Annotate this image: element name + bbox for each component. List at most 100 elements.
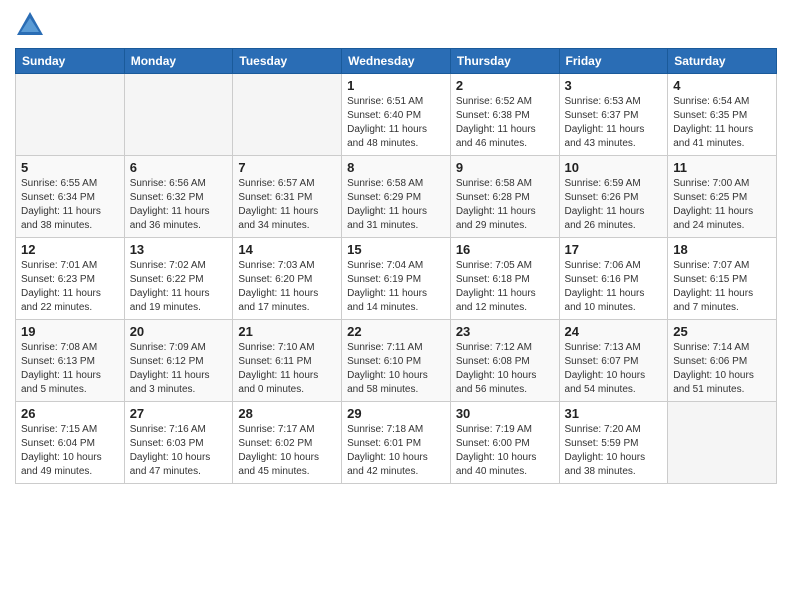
weekday-header: Friday [559, 49, 668, 74]
calendar-cell: 3 Sunrise: 6:53 AM Sunset: 6:37 PM Daylig… [559, 74, 668, 156]
day-info: Sunrise: 7:10 AM Sunset: 6:11 PM Dayligh… [238, 341, 336, 397]
day-info: Sunrise: 7:07 AM Sunset: 6:15 PM Dayligh… [673, 259, 771, 315]
day-number: 14 [238, 242, 336, 257]
day-number: 15 [347, 242, 445, 257]
day-info: Sunrise: 6:53 AM Sunset: 6:37 PM Dayligh… [565, 95, 663, 151]
day-info: Sunrise: 7:12 AM Sunset: 6:08 PM Dayligh… [456, 341, 554, 397]
day-number: 10 [565, 160, 663, 175]
day-info: Sunrise: 7:11 AM Sunset: 6:10 PM Dayligh… [347, 341, 445, 397]
day-info: Sunrise: 7:13 AM Sunset: 6:07 PM Dayligh… [565, 341, 663, 397]
day-number: 8 [347, 160, 445, 175]
logo-icon [15, 10, 45, 40]
calendar-cell: 16Sunrise: 7:05 AM Sunset: 6:18 PM Dayli… [450, 238, 559, 320]
calendar-header-row: SundayMondayTuesdayWednesdayThursdayFrid… [16, 49, 777, 74]
calendar-cell: 14 Sunrise: 7:03 AM Sunset: 6:20 PM Dayli… [233, 238, 342, 320]
calendar-cell: 10 Sunrise: 6:59 AM Sunset: 6:26 PM Dayli… [559, 156, 668, 238]
calendar-cell: 22Sunrise: 7:11 AM Sunset: 6:10 PM Dayli… [342, 320, 451, 402]
day-info: Sunrise: 7:05 AM Sunset: 6:18 PM Dayligh… [456, 259, 554, 315]
day-info: Sunrise: 6:58 AM Sunset: 6:28 PM Dayligh… [456, 177, 554, 233]
calendar-cell: 30 Sunrise: 7:19 AM Sunset: 6:00 PM Dayli… [450, 402, 559, 484]
calendar-cell: 27 Sunrise: 7:16 AM Sunset: 6:03 PM Dayli… [124, 402, 233, 484]
calendar-cell: 6 Sunrise: 6:56 AM Sunset: 6:32 PM Daylig… [124, 156, 233, 238]
day-number: 11 [673, 160, 771, 175]
page: SundayMondayTuesdayWednesdayThursdayFrid… [0, 0, 792, 612]
calendar-cell: 5Sunrise: 6:55 AM Sunset: 6:34 PM Daylig… [16, 156, 125, 238]
day-info: Sunrise: 7:01 AM Sunset: 6:23 PM Dayligh… [21, 259, 119, 315]
day-number: 9 [456, 160, 554, 175]
calendar-cell: 24 Sunrise: 7:13 AM Sunset: 6:07 PM Dayli… [559, 320, 668, 402]
calendar-cell: 4Sunrise: 6:54 AM Sunset: 6:35 PM Daylig… [668, 74, 777, 156]
day-number: 25 [673, 324, 771, 339]
calendar-cell: 28Sunrise: 7:17 AM Sunset: 6:02 PM Dayli… [233, 402, 342, 484]
calendar-cell: 26 Sunrise: 7:15 AM Sunset: 6:04 PM Dayli… [16, 402, 125, 484]
day-number: 28 [238, 406, 336, 421]
day-info: Sunrise: 7:15 AM Sunset: 6:04 PM Dayligh… [21, 423, 119, 479]
calendar-cell [124, 74, 233, 156]
day-info: Sunrise: 7:03 AM Sunset: 6:20 PM Dayligh… [238, 259, 336, 315]
calendar-cell: 23Sunrise: 7:12 AM Sunset: 6:08 PM Dayli… [450, 320, 559, 402]
day-number: 29 [347, 406, 445, 421]
day-number: 1 [347, 78, 445, 93]
day-info: Sunrise: 7:06 AM Sunset: 6:16 PM Dayligh… [565, 259, 663, 315]
calendar-cell: 15Sunrise: 7:04 AM Sunset: 6:19 PM Dayli… [342, 238, 451, 320]
day-info: Sunrise: 7:20 AM Sunset: 5:59 PM Dayligh… [565, 423, 663, 479]
calendar-cell: 11 Sunrise: 7:00 AM Sunset: 6:25 PM Dayli… [668, 156, 777, 238]
day-number: 13 [130, 242, 228, 257]
calendar-cell: 21 Sunrise: 7:10 AM Sunset: 6:11 PM Dayli… [233, 320, 342, 402]
day-number: 24 [565, 324, 663, 339]
day-info: Sunrise: 6:52 AM Sunset: 6:38 PM Dayligh… [456, 95, 554, 151]
calendar-cell: 9 Sunrise: 6:58 AM Sunset: 6:28 PM Daylig… [450, 156, 559, 238]
weekday-header: Thursday [450, 49, 559, 74]
day-info: Sunrise: 7:08 AM Sunset: 6:13 PM Dayligh… [21, 341, 119, 397]
day-info: Sunrise: 7:09 AM Sunset: 6:12 PM Dayligh… [130, 341, 228, 397]
calendar: SundayMondayTuesdayWednesdayThursdayFrid… [15, 48, 777, 484]
day-number: 30 [456, 406, 554, 421]
day-number: 27 [130, 406, 228, 421]
weekday-header: Sunday [16, 49, 125, 74]
calendar-week-row: 5Sunrise: 6:55 AM Sunset: 6:34 PM Daylig… [16, 156, 777, 238]
calendar-cell: 17 Sunrise: 7:06 AM Sunset: 6:16 PM Dayli… [559, 238, 668, 320]
day-info: Sunrise: 6:56 AM Sunset: 6:32 PM Dayligh… [130, 177, 228, 233]
calendar-cell: 12 Sunrise: 7:01 AM Sunset: 6:23 PM Dayli… [16, 238, 125, 320]
day-info: Sunrise: 7:00 AM Sunset: 6:25 PM Dayligh… [673, 177, 771, 233]
day-number: 12 [21, 242, 119, 257]
day-info: Sunrise: 7:16 AM Sunset: 6:03 PM Dayligh… [130, 423, 228, 479]
calendar-cell: 1 Sunrise: 6:51 AM Sunset: 6:40 PM Daylig… [342, 74, 451, 156]
day-info: Sunrise: 6:59 AM Sunset: 6:26 PM Dayligh… [565, 177, 663, 233]
weekday-header: Saturday [668, 49, 777, 74]
day-info: Sunrise: 7:14 AM Sunset: 6:06 PM Dayligh… [673, 341, 771, 397]
day-number: 6 [130, 160, 228, 175]
day-info: Sunrise: 7:02 AM Sunset: 6:22 PM Dayligh… [130, 259, 228, 315]
calendar-cell: 2 Sunrise: 6:52 AM Sunset: 6:38 PM Daylig… [450, 74, 559, 156]
day-number: 3 [565, 78, 663, 93]
day-info: Sunrise: 6:55 AM Sunset: 6:34 PM Dayligh… [21, 177, 119, 233]
calendar-cell [668, 402, 777, 484]
weekday-header: Tuesday [233, 49, 342, 74]
day-number: 7 [238, 160, 336, 175]
day-info: Sunrise: 7:18 AM Sunset: 6:01 PM Dayligh… [347, 423, 445, 479]
day-info: Sunrise: 6:58 AM Sunset: 6:29 PM Dayligh… [347, 177, 445, 233]
day-number: 2 [456, 78, 554, 93]
day-number: 18 [673, 242, 771, 257]
calendar-cell: 8 Sunrise: 6:58 AM Sunset: 6:29 PM Daylig… [342, 156, 451, 238]
calendar-week-row: 26 Sunrise: 7:15 AM Sunset: 6:04 PM Dayli… [16, 402, 777, 484]
day-number: 26 [21, 406, 119, 421]
header [15, 10, 777, 40]
day-info: Sunrise: 7:19 AM Sunset: 6:00 PM Dayligh… [456, 423, 554, 479]
calendar-cell: 29 Sunrise: 7:18 AM Sunset: 6:01 PM Dayli… [342, 402, 451, 484]
day-info: Sunrise: 6:51 AM Sunset: 6:40 PM Dayligh… [347, 95, 445, 151]
weekday-header: Wednesday [342, 49, 451, 74]
calendar-cell: 18 Sunrise: 7:07 AM Sunset: 6:15 PM Dayli… [668, 238, 777, 320]
calendar-cell: 25 Sunrise: 7:14 AM Sunset: 6:06 PM Dayli… [668, 320, 777, 402]
day-number: 19 [21, 324, 119, 339]
calendar-cell: 7 Sunrise: 6:57 AM Sunset: 6:31 PM Daylig… [233, 156, 342, 238]
calendar-cell: 31 Sunrise: 7:20 AM Sunset: 5:59 PM Dayli… [559, 402, 668, 484]
day-info: Sunrise: 6:57 AM Sunset: 6:31 PM Dayligh… [238, 177, 336, 233]
day-number: 20 [130, 324, 228, 339]
calendar-cell [233, 74, 342, 156]
day-number: 21 [238, 324, 336, 339]
calendar-cell: 20 Sunrise: 7:09 AM Sunset: 6:12 PM Dayli… [124, 320, 233, 402]
day-number: 17 [565, 242, 663, 257]
day-number: 31 [565, 406, 663, 421]
calendar-week-row: 19 Sunrise: 7:08 AM Sunset: 6:13 PM Dayli… [16, 320, 777, 402]
